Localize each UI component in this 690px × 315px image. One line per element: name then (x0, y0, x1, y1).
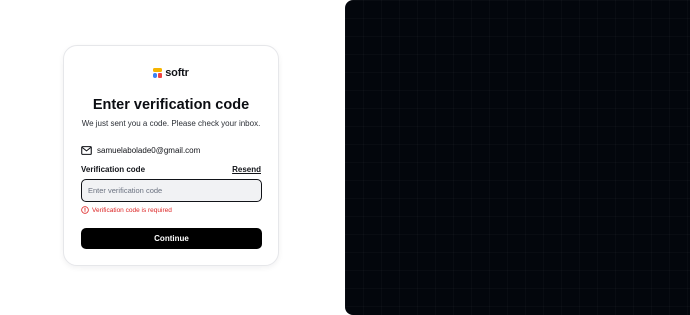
page-title: Enter verification code (92, 97, 250, 113)
page-subtitle: We just sent you a code. Please check yo… (81, 119, 261, 128)
verification-card: softr Enter verification code We just se… (63, 45, 279, 266)
error-message: Verification code is required (81, 206, 172, 214)
page: softr Enter verification code We just se… (0, 0, 690, 315)
email-address: samuelabolade0@gmail.com (97, 146, 201, 155)
dark-side-panel (345, 0, 690, 315)
alert-circle-icon (81, 206, 89, 214)
softr-logo: softr (64, 67, 278, 79)
error-text: Verification code is required (92, 206, 172, 214)
mail-icon (81, 146, 92, 155)
verification-code-label: Verification code (81, 165, 146, 174)
verification-code-input[interactable] (88, 186, 255, 195)
softr-logo-icon (153, 68, 163, 78)
resend-link[interactable]: Resend (232, 165, 261, 174)
field-label-row: Verification code Resend (81, 165, 261, 174)
verification-code-field (81, 179, 262, 202)
email-row: samuelabolade0@gmail.com (81, 146, 200, 155)
continue-button[interactable]: Continue (81, 228, 262, 249)
logo-text: softr (165, 67, 189, 79)
